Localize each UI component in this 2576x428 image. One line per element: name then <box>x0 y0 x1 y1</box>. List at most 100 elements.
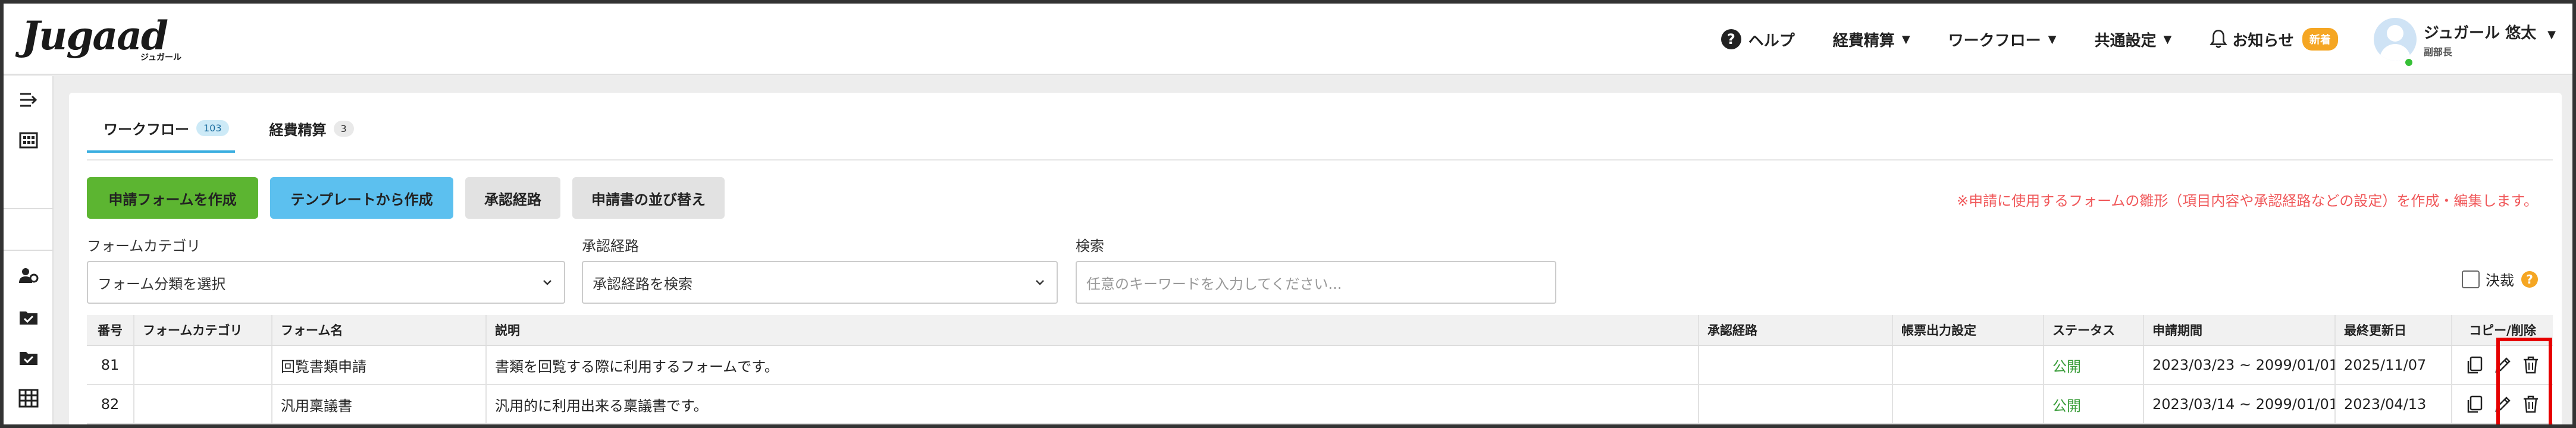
row-category <box>134 385 272 423</box>
edit-pencil-icon[interactable] <box>2493 355 2513 375</box>
header-category: フォームカテゴリ <box>134 315 272 345</box>
caret-down-icon: ▼ <box>2163 33 2172 46</box>
notice-text: ※申請に使用するフォームの雛形（項目内容や承認経路などの設定）を作成・編集します… <box>1957 193 2538 209</box>
row-category <box>134 346 272 384</box>
new-badge: 新着 <box>2302 28 2338 51</box>
logo-subtext: ジュガール <box>140 53 182 62</box>
forms-table: 番号 フォームカテゴリ フォーム名 説明 承認経路 帳票出力設定 ステータス 申… <box>87 315 2553 424</box>
row-route <box>1699 385 1893 423</box>
user-name: ジュガール 悠太 <box>2423 24 2537 42</box>
edit-pencil-icon[interactable] <box>2493 394 2513 414</box>
decision-checkbox[interactable] <box>2462 270 2480 288</box>
row-no: 81 <box>87 346 134 384</box>
category-filter-label: フォームカテゴリ <box>87 238 201 254</box>
caret-down-icon: ▼ <box>2547 28 2556 41</box>
workflow-menu[interactable]: ワークフロー ▼ <box>1948 29 2057 51</box>
row-updated: 2025/11/07 <box>2336 346 2452 384</box>
search-label: 検索 <box>1076 238 1104 254</box>
table-grid-icon[interactable] <box>18 388 39 409</box>
row-status: 公開 <box>2044 346 2144 384</box>
bell-icon <box>2210 30 2228 48</box>
copy-icon[interactable] <box>2465 394 2485 414</box>
header-output: 帳票出力設定 <box>1893 315 2044 345</box>
sidebar-divider <box>4 208 54 209</box>
expand-sidebar-icon[interactable] <box>18 89 39 111</box>
tab-expense[interactable]: 経費精算 3 <box>269 118 354 153</box>
row-name[interactable]: 汎用稟議書 <box>272 385 487 423</box>
expense-label: 経費精算 <box>1832 32 1895 50</box>
tab-label: ワークフロー <box>104 121 189 138</box>
row-actions <box>2452 385 2553 423</box>
tab-count-badge: 103 <box>196 120 229 136</box>
table-header: 番号 フォームカテゴリ フォーム名 説明 承認経路 帳票出力設定 ステータス 申… <box>87 315 2553 346</box>
common-settings-menu[interactable]: 共通設定 ▼ <box>2095 29 2172 51</box>
search-placeholder: 任意のキーワードを入力してください... <box>1086 275 1342 292</box>
table-row[interactable]: 81 回覧書類申請 書類を回覧する際に利用するフォームです。 公開 2023/0… <box>87 346 2553 385</box>
row-period: 2023/03/23 ~ 2099/01/01 <box>2144 346 2336 384</box>
row-desc: 汎用的に利用出来る稟議書です。 <box>487 385 1699 423</box>
tab-workflow[interactable]: ワークフロー 103 <box>87 118 235 153</box>
sidebar-divider <box>4 250 54 251</box>
category-select[interactable]: フォーム分類を選択 <box>87 261 565 304</box>
category-select-value: フォーム分類を選択 <box>98 275 226 292</box>
create-from-template-button[interactable]: テンプレートから作成 <box>270 177 453 219</box>
header-no: 番号 <box>87 315 134 345</box>
category-filter: フォームカテゴリ フォーム分類を選択 <box>87 234 565 304</box>
notifications-link[interactable]: お知らせ 新着 <box>2210 28 2338 51</box>
header-copy-delete: コピー/削除 <box>2469 323 2536 338</box>
notifications-label: お知らせ <box>2232 32 2294 50</box>
folder-check-icon[interactable] <box>18 307 39 328</box>
row-route <box>1699 346 1893 384</box>
header-period: 申請期間 <box>2144 315 2336 345</box>
caret-down-icon: ▼ <box>2048 33 2057 46</box>
action-buttons: 申請フォームを作成 テンプレートから作成 承認経路 申請書の並び替え <box>87 177 737 219</box>
table-row[interactable]: 82 汎用稟議書 汎用的に利用出来る稟議書です。 公開 2023/03/14 ~… <box>87 385 2553 424</box>
approval-route-button[interactable]: 承認経路 <box>465 177 560 219</box>
trash-icon[interactable] <box>2521 355 2541 375</box>
online-status-icon <box>2403 57 2414 68</box>
row-no: 82 <box>87 385 134 423</box>
logo[interactable]: Jugaad ジュガール <box>21 14 200 68</box>
row-output <box>1893 385 2044 423</box>
route-select[interactable]: 承認経路を検索 <box>582 261 1058 304</box>
top-header: Jugaad ジュガール ? ヘルプ 経費精算 ▼ ワークフロー ▼ 共通設定 … <box>4 4 2572 75</box>
users-settings-icon[interactable] <box>18 265 39 287</box>
decision-filter: 決裁 ? <box>2462 269 2538 289</box>
decision-label: 決裁 <box>2486 272 2514 289</box>
workflow-label: ワークフロー <box>1948 32 2041 50</box>
header-updated: 最終更新日 <box>2336 315 2452 345</box>
user-role: 副部長 <box>2423 46 2452 58</box>
top-navigation: ? ヘルプ 経費精算 ▼ ワークフロー ▼ 共通設定 ▼ お知らせ 新着 ジュガ… <box>1683 4 2556 75</box>
tabs-divider <box>87 159 2553 160</box>
search-filter: 検索 任意のキーワードを入力してください... <box>1076 234 1556 304</box>
tab-count-badge: 3 <box>333 121 354 137</box>
route-filter: 承認経路 承認経路を検索 <box>582 234 1058 304</box>
chevron-down-icon <box>1036 280 1044 285</box>
copy-icon[interactable] <box>2465 355 2485 375</box>
expense-menu[interactable]: 経費精算 ▼ <box>1833 29 1910 51</box>
row-output <box>1893 346 2044 384</box>
trash-icon[interactable] <box>2521 394 2541 414</box>
row-name[interactable]: 回覧書類申請 <box>272 346 487 384</box>
row-updated: 2023/04/13 <box>2336 385 2452 423</box>
header-name: フォーム名 <box>272 315 487 345</box>
user-menu[interactable]: ジュガール 悠太 ▼ 副部長 <box>2338 18 2556 68</box>
create-form-button[interactable]: 申請フォームを作成 <box>87 177 258 219</box>
header-status: ステータス <box>2044 315 2144 345</box>
app-frame: Jugaad ジュガール ? ヘルプ 経費精算 ▼ ワークフロー ▼ 共通設定 … <box>0 0 2576 428</box>
reorder-forms-button[interactable]: 申請書の並び替え <box>572 177 725 219</box>
header-route: 承認経路 <box>1699 315 1893 345</box>
search-input[interactable]: 任意のキーワードを入力してください... <box>1076 261 1556 304</box>
help-icon: ? <box>1721 29 1741 49</box>
sidebar <box>4 76 54 424</box>
row-desc: 書類を回覧する際に利用するフォームです。 <box>487 346 1699 384</box>
folder-check-icon[interactable] <box>18 347 39 369</box>
tab-label: 経費精算 <box>269 122 327 139</box>
row-actions <box>2452 346 2553 384</box>
row-period: 2023/03/14 ~ 2099/01/01 <box>2144 385 2336 423</box>
route-select-value: 承認経路を検索 <box>593 275 692 292</box>
help-link[interactable]: ? ヘルプ <box>1721 29 1795 51</box>
avatar <box>2373 18 2417 61</box>
building-icon[interactable] <box>18 128 39 150</box>
question-icon[interactable]: ? <box>2521 270 2538 288</box>
